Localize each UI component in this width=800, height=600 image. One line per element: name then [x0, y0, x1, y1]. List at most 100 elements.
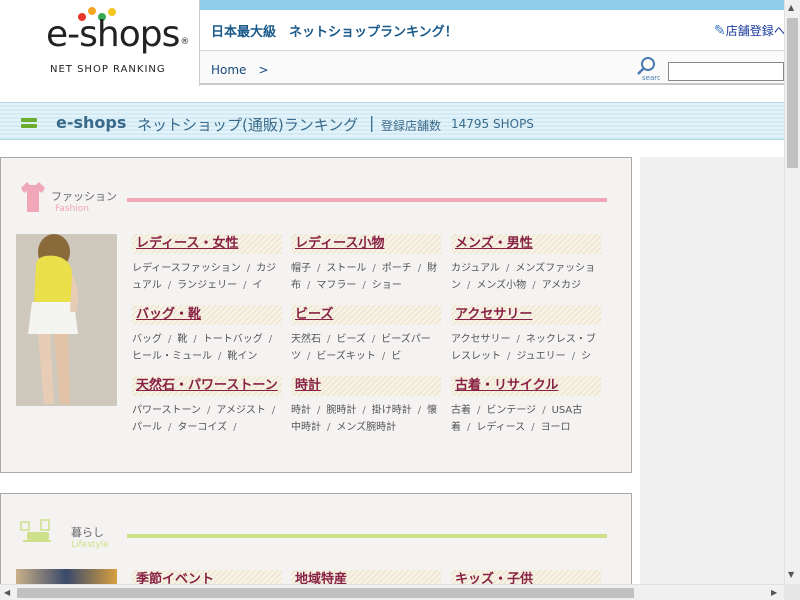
subcategory-links: 帽子 / ストール / ポーチ / 財布 / マフラー / ショー [291, 263, 438, 291]
svg-text:search: search [642, 74, 660, 81]
subcategory-links: 古着 / ビンテージ / USA古着 / レディース / ヨーロ [451, 405, 583, 433]
subcategory-link[interactable]: ランジェリー [177, 280, 237, 291]
shop-count-label: 登録店舗数 [381, 119, 442, 133]
search-icon[interactable]: search [634, 55, 665, 82]
category-link[interactable]: 天然石・パワーストーン [132, 376, 282, 396]
category-link[interactable]: ビーズ [291, 305, 441, 325]
subcategory-link[interactable]: ビ [391, 351, 401, 362]
fashion-photo [16, 234, 117, 406]
register-shop-link[interactable]: ✎店舗登録へ [714, 22, 784, 39]
scroll-down-icon[interactable]: ▼ [788, 570, 794, 579]
pencil-icon: ✎ [714, 23, 726, 39]
category-link[interactable]: 時計 [291, 376, 441, 396]
category-divider [127, 534, 607, 538]
category-title: 暮らし [71, 526, 104, 539]
scrollbar-thumb[interactable] [17, 588, 634, 598]
subcategory-link[interactable]: レディース [476, 422, 525, 433]
living-room-icon [19, 516, 51, 550]
scroll-up-icon[interactable]: ▲ [788, 3, 794, 12]
category-panel-lifestyle: 暮らし Lifestyle 季節イベント 地域特産 キッズ・子供 [0, 493, 632, 593]
logo-text: e-shops® [46, 14, 189, 55]
category-link[interactable]: レディース・女性 [132, 234, 282, 254]
category-link[interactable]: レディース小物 [291, 234, 441, 254]
subcategory-link[interactable]: カジュアル [451, 263, 500, 274]
subcategory-links: 時計 / 腕時計 / 掛け時計 / 懐中時計 / メンズ腕時計 [291, 405, 438, 433]
category-cell: レディース・女性 レディースファッション / カジュアル / ランジェリー / イ [132, 234, 282, 298]
menu-icon [21, 118, 37, 130]
scroll-left-icon[interactable]: ◀ [4, 588, 10, 597]
subcategory-links: パワーストーン / アメジスト/パール / ターコイズ / [132, 405, 276, 433]
category-cell: アクセサリー アクセサリー / ネックレス・ブレスレット / ジュエリー / シ [451, 305, 601, 369]
subcategory-link[interactable]: パール [132, 422, 162, 433]
category-subtitle: Lifestyle [71, 540, 109, 550]
category-cell: 古着・リサイクル 古着 / ビンテージ / USA古着 / レディース / ヨーロ [451, 376, 601, 440]
category-title: ファッション [51, 190, 117, 203]
subcategory-link[interactable]: レディースファッション [132, 263, 241, 274]
nav-bar: Home > search [200, 50, 784, 85]
category-link[interactable]: アクセサリー [451, 305, 601, 325]
scroll-right-icon[interactable]: ▶ [771, 588, 777, 597]
breadcrumb[interactable]: Home > [211, 61, 269, 78]
site-logo[interactable]: e-shops® NET SHOP RANKING [0, 0, 200, 86]
vertical-scrollbar[interactable]: ▲ ▼ [784, 0, 800, 584]
category-subtitle: Fashion [55, 204, 89, 214]
subcategory-link[interactable]: 靴 [177, 334, 187, 345]
horizontal-scrollbar[interactable]: ◀ ▶ [0, 584, 784, 600]
subcategory-link[interactable]: イ [252, 280, 262, 291]
subcategory-link[interactable]: ターコイズ [177, 422, 227, 433]
subcategory-link[interactable]: 帽子 [291, 263, 311, 274]
header-accent-bar [200, 0, 784, 10]
band-separator: | [369, 113, 375, 132]
subcategory-link[interactable]: アクセサリー [451, 334, 511, 345]
subcategory-links: 天然石 / ビーズ / ビーズパーツ / ビーズキット / ビ [291, 334, 431, 362]
subcategory-link[interactable]: メンズ小物 [476, 280, 526, 291]
category-cell: バッグ・靴 バッグ / 靴 / トートバッグ/ヒール・ミュール / 靴イン [132, 305, 282, 369]
subcategory-link[interactable]: ポーチ [382, 263, 412, 274]
category-panel-fashion: ファッション Fashion レディース・女性 レディースファッション / カジュア… [0, 157, 632, 473]
category-link[interactable]: メンズ・男性 [451, 234, 601, 254]
subcategory-link[interactable]: パワーストーン [132, 405, 201, 416]
subcategory-link[interactable]: アメカジ [542, 280, 582, 291]
category-link[interactable]: バッグ・靴 [132, 305, 282, 325]
subcategory-links: バッグ / 靴 / トートバッグ/ヒール・ミュール / 靴イン [132, 334, 273, 362]
subcategory-link[interactable]: ビーズ [336, 334, 366, 345]
category-link[interactable]: 古着・リサイクル [451, 376, 601, 396]
subcategory-link[interactable]: マフラー [316, 280, 356, 291]
category-cell: レディース小物 帽子 / ストール / ポーチ / 財布 / マフラー / ショー [291, 234, 441, 298]
subcategory-link[interactable]: ヒール・ミュール [132, 351, 212, 362]
search-input[interactable] [668, 62, 784, 81]
scrollbar-thumb[interactable] [787, 18, 798, 168]
category-divider [127, 198, 607, 202]
subcategory-link[interactable]: ビンテージ [486, 405, 536, 416]
right-sidebar [640, 157, 784, 587]
subcategory-link[interactable]: メンズ腕時計 [336, 422, 396, 433]
subcategory-link[interactable]: 天然石 [291, 334, 321, 345]
subcategory-link[interactable]: 古着 [451, 405, 471, 416]
subcategory-link[interactable]: 時計 [291, 405, 311, 416]
subcategory-link[interactable]: アメジスト [216, 405, 266, 416]
subcategory-links: アクセサリー / ネックレス・ブレスレット / ジュエリー / シ [451, 334, 596, 362]
subcategory-link[interactable]: トートバッグ [203, 334, 263, 345]
band-title: e-shops [56, 113, 127, 132]
subcategory-links: レディースファッション / カジュアル / ランジェリー / イ [132, 263, 277, 291]
site-catchphrase: 日本最大級 ネットショップランキング！ [211, 25, 458, 40]
subcategory-links: カジュアル / メンズファッション / メンズ小物 / アメカジ [451, 263, 596, 291]
band-subtitle: ネットショップ(通販)ランキング [137, 116, 359, 134]
shirt-icon [19, 180, 47, 214]
subcategory-link[interactable]: バッグ [132, 334, 162, 345]
subcategory-link[interactable]: 靴イン [227, 351, 257, 362]
subcategory-link[interactable]: 腕時計 [326, 405, 356, 416]
subcategory-link[interactable]: ジュエリー [516, 351, 565, 362]
subcategory-link[interactable]: ビーズキット [316, 351, 376, 362]
subcategory-link[interactable]: 掛け時計 [372, 405, 412, 416]
category-cell: 天然石・パワーストーン パワーストーン / アメジスト/パール / ターコイズ / [132, 376, 282, 440]
subcategory-link[interactable]: ストール [326, 263, 366, 274]
subcategory-link[interactable]: シ [581, 351, 591, 362]
category-cell: メンズ・男性 カジュアル / メンズファッション / メンズ小物 / アメカジ [451, 234, 601, 298]
subcategory-link[interactable]: ヨーロ [541, 422, 571, 433]
shop-count: 14795 SHOPS [451, 117, 534, 131]
category-cell: ビーズ 天然石 / ビーズ / ビーズパーツ / ビーズキット / ビ [291, 305, 441, 369]
category-cell: 時計 時計 / 腕時計 / 掛け時計 / 懐中時計 / メンズ腕時計 [291, 376, 441, 440]
subcategory-link[interactable]: ショー [372, 280, 402, 291]
logo-subtitle: NET SHOP RANKING [50, 64, 166, 75]
